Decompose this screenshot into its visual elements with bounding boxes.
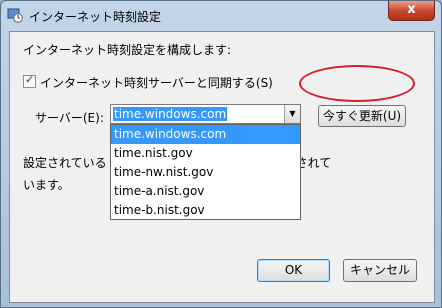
server-label: サーバー(E): — [35, 111, 104, 125]
dropdown-option-time-a-nist-gov[interactable]: time-a.nist.gov — [111, 182, 300, 201]
sync-checkbox-label[interactable]: インターネット時刻サーバーと同期する(S) — [40, 74, 273, 91]
server-combobox[interactable]: time.windows.com ▼ — [110, 104, 301, 124]
close-button[interactable]: x — [388, 1, 435, 21]
info-text-line1-start: 設定されている — [23, 156, 107, 170]
cancel-button[interactable]: キャンセル — [343, 259, 417, 282]
checkmark-icon: ✓ — [25, 73, 35, 86]
dialog-window: インターネット時刻設定 x インターネット時刻設定を構成します: ✓ インターネ… — [0, 0, 442, 308]
chevron-down-icon[interactable]: ▼ — [284, 105, 300, 123]
close-icon: x — [407, 2, 416, 17]
update-now-button[interactable]: 今すぐ更新(U) — [318, 105, 406, 127]
dropdown-option-time-nw-nist-gov[interactable]: time-nw.nist.gov — [111, 163, 300, 182]
server-dropdown-list: time.windows.com time.nist.gov time-nw.n… — [110, 124, 301, 220]
sync-checkbox[interactable]: ✓ — [23, 73, 36, 88]
clock-globe-icon — [7, 8, 23, 23]
server-combobox-value[interactable]: time.windows.com — [113, 107, 228, 121]
window-title: インターネット時刻設定 — [29, 10, 162, 24]
dropdown-option-time-b-nist-gov[interactable]: time-b.nist.gov — [111, 201, 300, 220]
page-heading: インターネット時刻設定を構成します: — [23, 43, 232, 57]
info-text-line2: います。 — [23, 178, 70, 192]
title-bar[interactable]: インターネット時刻設定 x — [1, 1, 441, 31]
ok-button[interactable]: OK — [257, 259, 330, 282]
dropdown-option-time-windows-com[interactable]: time.windows.com — [111, 125, 300, 144]
dialog-body: インターネット時刻設定を構成します: ✓ インターネット時刻サーバーと同期する(… — [9, 31, 435, 303]
dropdown-option-time-nist-gov[interactable]: time.nist.gov — [111, 144, 300, 163]
